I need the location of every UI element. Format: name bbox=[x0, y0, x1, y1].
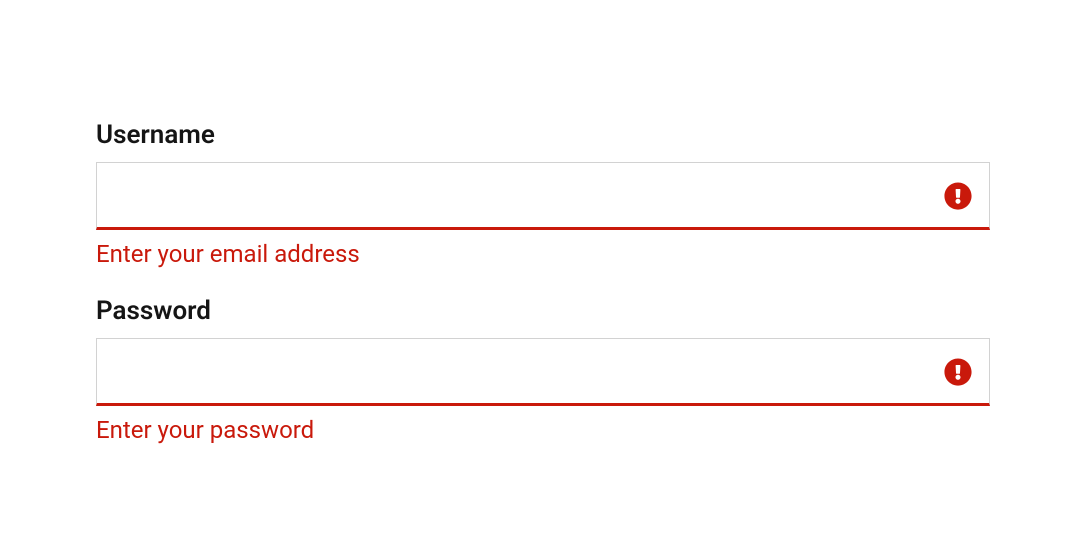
password-input[interactable] bbox=[96, 338, 990, 406]
password-input-wrapper bbox=[96, 338, 990, 406]
username-input-wrapper bbox=[96, 162, 990, 230]
username-input[interactable] bbox=[96, 162, 990, 230]
username-label: Username bbox=[96, 120, 990, 150]
username-error-text: Enter your email address bbox=[96, 240, 990, 268]
error-icon bbox=[944, 182, 972, 210]
password-group: Password Enter your password bbox=[96, 296, 990, 444]
password-label: Password bbox=[96, 296, 990, 326]
error-icon bbox=[944, 358, 972, 386]
password-error-text: Enter your password bbox=[96, 416, 990, 444]
username-group: Username Enter your email address bbox=[96, 120, 990, 268]
